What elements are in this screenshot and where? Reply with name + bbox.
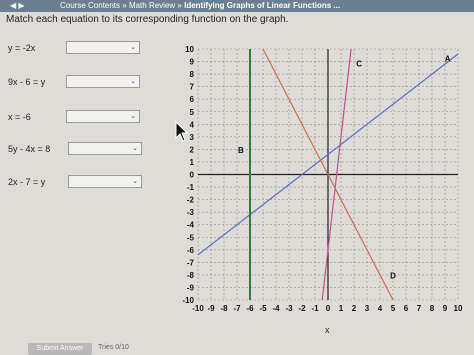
line-label-a: A	[445, 55, 451, 64]
equation-answer-select[interactable]: ⌄	[66, 75, 140, 88]
chevron-down-icon: ⌄	[132, 178, 138, 185]
y-tick-label: -4	[187, 221, 195, 230]
y-tick-label: 1	[190, 158, 195, 167]
x-tick-label: -10	[192, 304, 204, 313]
breadcrumb-separator: »	[120, 1, 129, 10]
x-tick-label: 4	[378, 304, 383, 313]
y-tick-label: 3	[190, 133, 195, 142]
page-title: Identifying Graphs of Linear Functions .…	[184, 1, 341, 10]
x-tick-label: 7	[417, 304, 422, 313]
x-tick-label: -6	[246, 304, 254, 313]
y-tick-label: -2	[187, 196, 195, 205]
y-tick-label: 5	[190, 108, 195, 117]
x-tick-label: -1	[311, 304, 319, 313]
x-tick-label: 9	[443, 304, 448, 313]
x-tick-label: 1	[339, 304, 344, 313]
x-tick-label: -9	[207, 304, 215, 313]
tick-labels: -10 -9 -8 -7 -6 -5 -4 -3 -2 -1 0 1 2 3 4 5 6 7 8 9 101098765…	[182, 45, 463, 313]
y-tick-label: -5	[187, 233, 195, 242]
chevron-down-icon: ⌄	[130, 78, 136, 85]
y-tick-label: 8	[190, 70, 195, 79]
y-tick-label: 4	[190, 120, 195, 129]
breadcrumb-course-contents[interactable]: Course Contents	[60, 1, 120, 10]
x-tick-label: 8	[430, 304, 435, 313]
x-tick-label: -5	[259, 304, 267, 313]
x-tick-label: 5	[391, 304, 396, 313]
y-tick-label: -7	[187, 258, 195, 267]
equation-label: x = -6	[8, 112, 31, 122]
y-tick-label: 7	[190, 83, 195, 92]
chevron-down-icon: ⌄	[132, 145, 138, 152]
x-tick-label: -4	[272, 304, 280, 313]
equation-label: y = -2x	[8, 43, 36, 53]
top-bar: ◀ ▶ Course Contents » Math Review » Iden…	[0, 0, 474, 12]
y-tick-label: 6	[190, 95, 195, 104]
chevron-down-icon: ⌄	[130, 113, 136, 120]
y-tick-label: 0	[190, 171, 195, 180]
equation-label: 9x - 6 = y	[8, 77, 46, 87]
breadcrumb: Course Contents » Math Review » Identify…	[60, 0, 340, 12]
equation-answer-select[interactable]: ⌄	[68, 142, 142, 155]
y-tick-label: -9	[187, 283, 195, 292]
x-tick-label: -3	[285, 304, 293, 313]
submit-answer-button[interactable]: Submit Answer	[28, 343, 92, 355]
instruction-text: Match each equation to its corresponding…	[6, 14, 289, 25]
equation-answer-select[interactable]: ⌄	[66, 41, 140, 54]
coordinate-graph: -10 -9 -8 -7 -6 -5 -4 -3 -2 -1 0 1 2 3 4 5 6 7 8 9 101098765…	[182, 45, 463, 335]
y-tick-label: 9	[190, 58, 195, 67]
x-axis-label: x	[325, 325, 330, 335]
line-label-b: B	[238, 146, 244, 155]
x-tick-label: -2	[298, 304, 306, 313]
equation-label: 2x - 7 = y	[8, 177, 46, 187]
y-tick-label: -3	[187, 208, 195, 217]
line-label-d: D	[390, 272, 396, 281]
y-tick-label: -8	[187, 271, 195, 280]
breadcrumb-math-review[interactable]: Math Review	[129, 1, 175, 10]
y-tick-label: 10	[185, 45, 194, 54]
y-tick-label: -1	[187, 183, 195, 192]
x-tick-label: 6	[404, 304, 409, 313]
x-tick-label: 3	[365, 304, 370, 313]
footer: Submit Answer Tries 0/10	[0, 340, 474, 355]
nav-arrows-icon[interactable]: ◀ ▶	[10, 0, 25, 12]
equation-answer-select[interactable]: ⌄	[66, 110, 140, 123]
y-tick-label: 2	[190, 145, 195, 154]
equation-answer-select[interactable]: ⌄	[68, 175, 142, 188]
y-tick-label: -6	[187, 246, 195, 255]
x-tick-label: -8	[220, 304, 228, 313]
x-tick-label: 0	[326, 304, 331, 313]
chevron-down-icon: ⌄	[130, 44, 136, 51]
x-tick-label: 10	[454, 304, 463, 313]
line-label-c: C	[356, 60, 362, 69]
tries-counter: Tries 0/10	[98, 344, 129, 351]
equation-label: 5y - 4x = 8	[8, 144, 51, 154]
x-tick-label: 2	[352, 304, 357, 313]
breadcrumb-separator: »	[175, 1, 185, 10]
x-tick-label: -7	[233, 304, 241, 313]
y-tick-label: -10	[182, 296, 194, 305]
